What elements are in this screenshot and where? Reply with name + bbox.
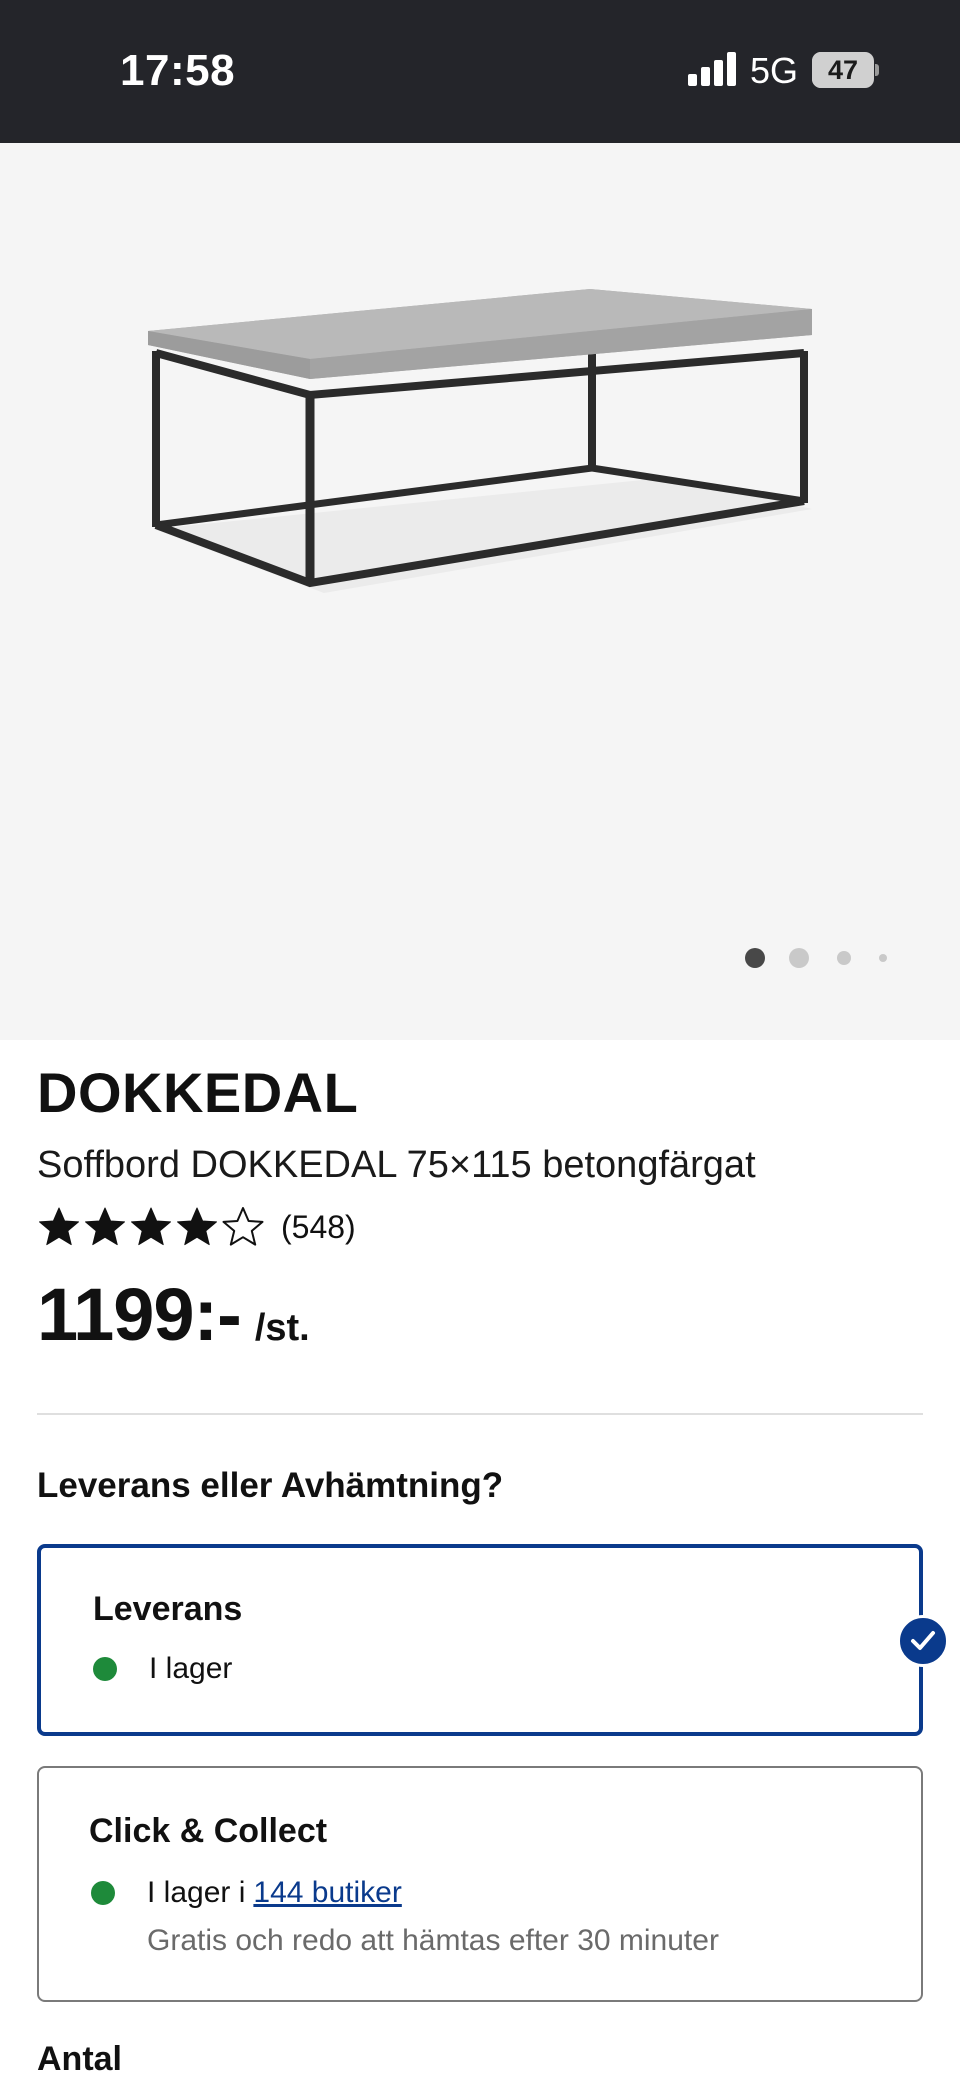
selected-check-icon	[897, 1615, 949, 1667]
coffee-table-image	[148, 289, 812, 593]
network-type: 5G	[750, 50, 799, 91]
product-brand: DOKKEDAL	[37, 1061, 359, 1124]
delivery-option-card[interactable]: Leverans I lager	[37, 1544, 923, 1736]
product-description: Soffbord DOKKEDAL 75×115 betongfärgat	[37, 1144, 756, 1186]
gallery-dot-active[interactable]	[745, 948, 765, 968]
collect-stock-prefix: I lager i	[147, 1876, 246, 1909]
section-divider	[37, 1413, 923, 1415]
status-bar: 17:58 5G 47	[0, 0, 960, 143]
fulfillment-question: Leverans eller Avhämtning?	[37, 1466, 504, 1505]
quantity-label: Antal	[37, 2040, 122, 2078]
gallery-pagination[interactable]	[745, 945, 887, 971]
collect-stock-status: I lager i 144 butiker	[91, 1876, 402, 1910]
product-price: 1199:- /st.	[37, 1272, 310, 1357]
store-count-link[interactable]: 144 butiker	[253, 1876, 401, 1910]
price-unit: /st.	[254, 1307, 310, 1349]
click-collect-option-card[interactable]: Click & Collect I lager i 144 butiker Gr…	[37, 1766, 923, 2002]
gallery-dot[interactable]	[789, 948, 809, 968]
delivery-title: Leverans	[93, 1590, 243, 1628]
signal-bars-icon	[688, 52, 736, 86]
price-amount: 1199:-	[37, 1273, 242, 1356]
collect-subtext: Gratis och redo att hämtas efter 30 minu…	[147, 1924, 719, 1957]
gallery-dot[interactable]	[837, 951, 851, 965]
status-time: 17:58	[120, 46, 236, 95]
rating-stars	[37, 1205, 267, 1249]
product-image-gallery[interactable]	[0, 143, 960, 1040]
delivery-stock-status: I lager	[93, 1652, 232, 1686]
star-filled-icon	[177, 1207, 217, 1246]
in-stock-dot-icon	[93, 1657, 117, 1681]
in-stock-dot-icon	[91, 1881, 115, 1905]
rating-count[interactable]: (548)	[281, 1209, 356, 1246]
battery-percentage: 47	[827, 55, 859, 85]
delivery-stock-label: I lager	[149, 1652, 233, 1685]
star-filled-icon	[85, 1207, 125, 1246]
gallery-dot[interactable]	[879, 954, 887, 962]
star-filled-icon	[39, 1207, 79, 1246]
star-empty-icon	[222, 1207, 264, 1246]
product-rating[interactable]: (548)	[37, 1202, 356, 1252]
battery-icon: 47	[812, 52, 879, 88]
collect-title: Click & Collect	[89, 1812, 328, 1850]
star-filled-icon	[131, 1207, 171, 1246]
